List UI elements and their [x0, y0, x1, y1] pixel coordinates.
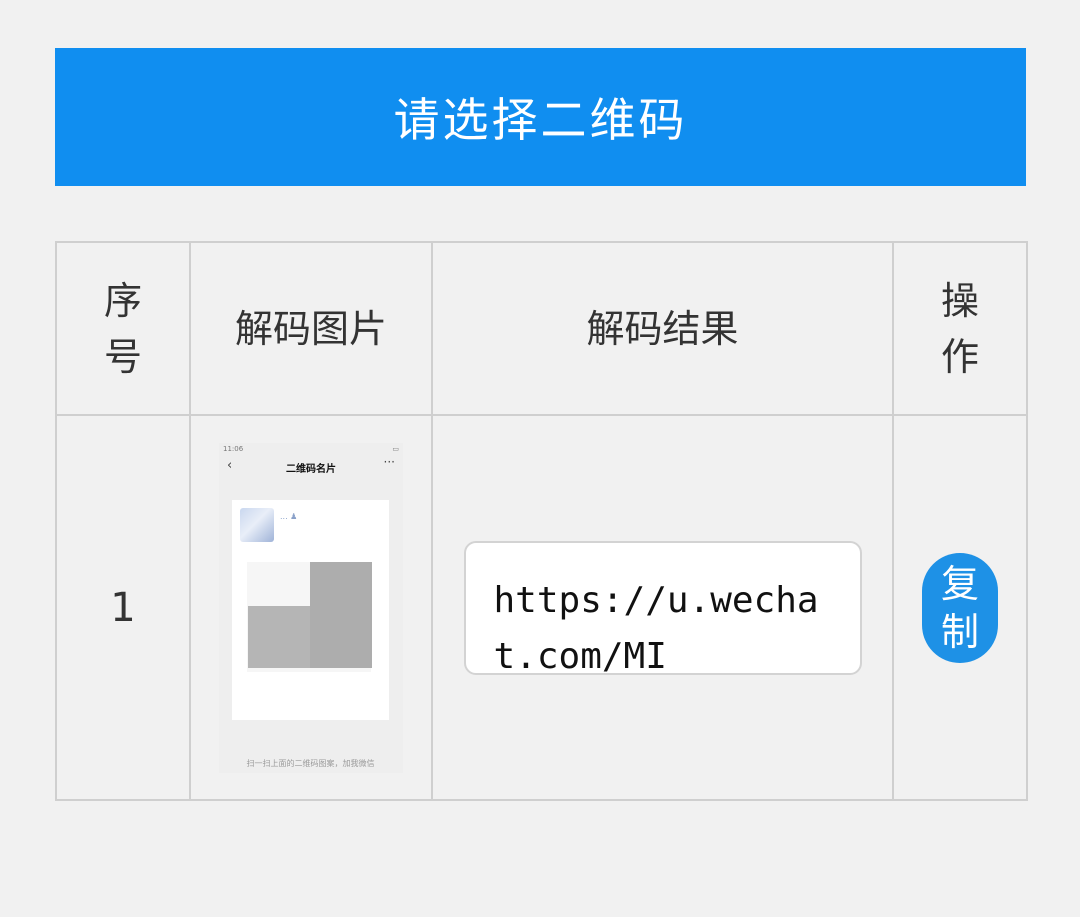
qr-caption: 扫一扫上面的二维码图案，加我微信 [246, 758, 375, 768]
redaction-block [248, 605, 310, 668]
qr-card: ... ♟ 扫一扫上面的二维码图案，加我微信 [232, 499, 389, 768]
copy-button-label: 复制 [940, 561, 979, 654]
decode-result-text[interactable]: https://u.wechat.com/MI [463, 540, 862, 675]
qr-screenshot-thumbnail[interactable]: 11:06 ▭ ‹ 二维码名片 ··· ... ♟ 扫一扫上面的二维码图案，加我… [219, 442, 403, 773]
redaction-block [310, 561, 372, 668]
thumbnail-nav-title: 二维码名片 [286, 464, 336, 475]
qr-decoder-page: 请选择二维码 序号 解码图片 解码结果 操作 1 11:06 ▭ ‹ 二维码名片… [0, 0, 1080, 917]
row-thumbnail-cell: 11:06 ▭ ‹ 二维码名片 ··· ... ♟ 扫一扫上面的二维码图案，加我… [189, 414, 433, 801]
row-index: 1 [55, 414, 191, 801]
header-index-label: 序号 [103, 278, 142, 379]
table-header-row: 序号 解码图片 解码结果 操作 [55, 241, 1028, 416]
select-qr-code-button[interactable]: 请选择二维码 [55, 48, 1026, 186]
header-result-label: 解码结果 [586, 306, 739, 351]
header-image-label: 解码图片 [234, 306, 387, 351]
header-action: 操作 [892, 241, 1028, 416]
thumbnail-status-time: 11:06 [223, 444, 244, 453]
profile-name: ... ♟ [280, 511, 298, 521]
row-action-cell: 复制 [892, 414, 1028, 801]
avatar [240, 507, 274, 542]
header-result: 解码结果 [431, 241, 894, 416]
table-row: 1 11:06 ▭ ‹ 二维码名片 ··· ... ♟ 扫一扫上面的二维码图案，… [55, 414, 1028, 801]
thumbnail-status-bar: 11:06 ▭ [223, 445, 399, 457]
header-image: 解码图片 [189, 241, 433, 416]
header-action-label: 操作 [940, 278, 979, 379]
row-result-cell: https://u.wechat.com/MI [431, 414, 894, 801]
header-index: 序号 [55, 241, 191, 416]
more-dots-icon: ··· [383, 454, 395, 469]
copy-button[interactable]: 复制 [922, 552, 998, 663]
decode-results-table: 序号 解码图片 解码结果 操作 1 11:06 ▭ ‹ 二维码名片 ··· ..… [55, 241, 1028, 801]
